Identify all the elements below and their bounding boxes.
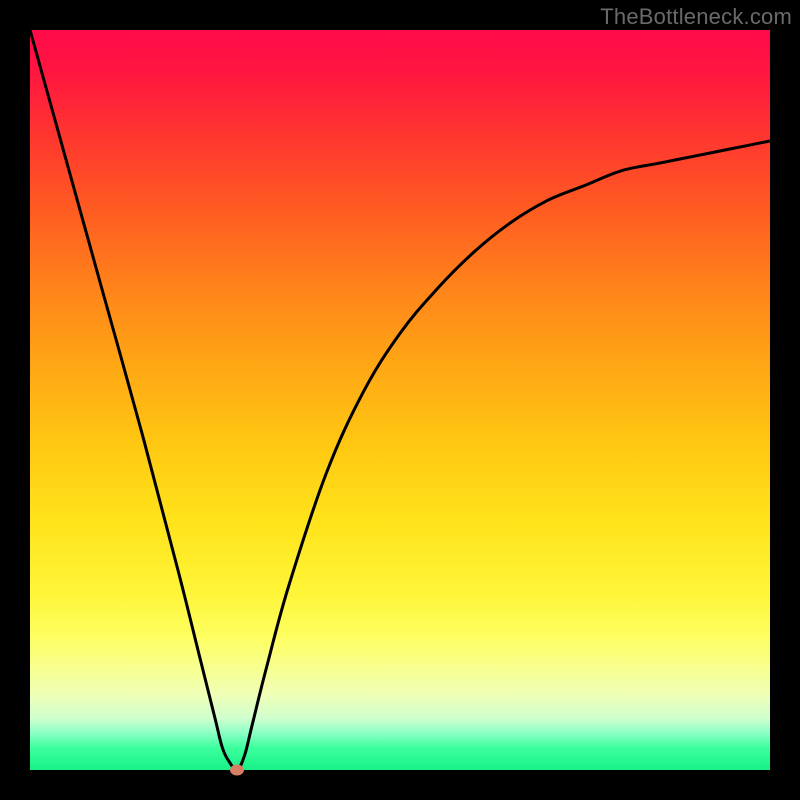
plot-area <box>30 30 770 770</box>
bottleneck-curve <box>30 30 770 770</box>
minimum-marker <box>230 765 244 776</box>
curve-path <box>30 30 770 770</box>
chart-frame: TheBottleneck.com <box>0 0 800 800</box>
watermark-label: TheBottleneck.com <box>600 4 792 30</box>
